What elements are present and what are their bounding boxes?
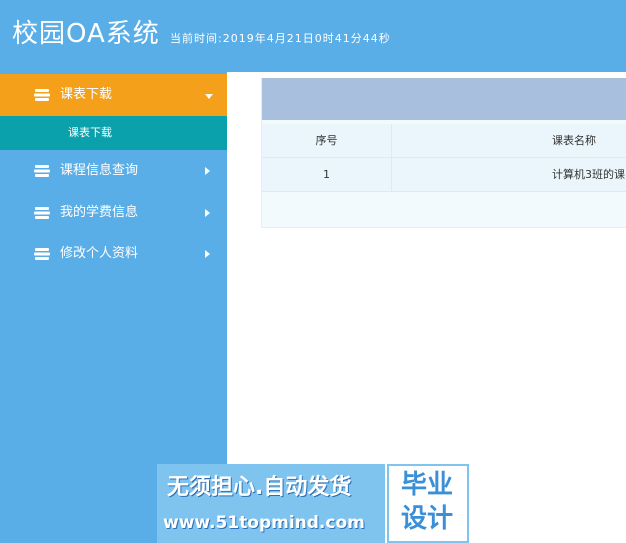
watermark-url: www.51topmind.com: [163, 513, 365, 533]
caret-right-icon: [205, 209, 210, 217]
current-time: 当前时间:2019年4月21日0时41分44秒: [170, 32, 391, 45]
book-stack-icon: [34, 89, 50, 101]
book-stack-icon: [34, 207, 50, 219]
sidebar-item-tuition[interactable]: 我的学费信息: [0, 192, 227, 234]
book-stack-icon: [34, 248, 50, 260]
sidebar-item-label: 我的学费信息: [60, 205, 139, 220]
table-header-row: 序号 课表名称: [262, 124, 626, 158]
watermark-box-line2: 设计: [401, 504, 454, 534]
watermark-box: 毕业 设计: [387, 464, 469, 543]
sidebar-subitem-schedule-download[interactable]: 课表下载: [0, 116, 227, 150]
book-stack-icon: [34, 165, 50, 177]
watermark-slogan: 无须担心.自动发货: [167, 475, 352, 500]
sidebar-item-label: 课程信息查询: [60, 163, 139, 178]
schedule-table-panel: 序号 课表名称 1 计算机3班的课: [261, 78, 626, 228]
watermark-box-line1: 毕业: [401, 470, 454, 500]
panel-footer: [262, 193, 626, 228]
sidebar-subitem-label: 课表下载: [68, 126, 112, 139]
app-title: 校园OA系统: [12, 19, 160, 49]
sidebar-item-label: 修改个人资料: [60, 246, 139, 261]
sidebar-item-schedule-download[interactable]: 课表下载: [0, 74, 227, 116]
sidebar-item-course-query[interactable]: 课程信息查询: [0, 150, 227, 192]
watermark-banner: 无须担心.自动发货 www.51topmind.com 毕业 设计: [157, 464, 469, 543]
column-header-name: 课表名称: [552, 134, 596, 147]
app-header: 校园OA系统 当前时间:2019年4月21日0时41分44秒: [0, 0, 626, 72]
table-cell-name[interactable]: 计算机3班的课: [392, 158, 626, 192]
caret-right-icon: [205, 167, 210, 175]
column-header-index: 序号: [262, 124, 392, 158]
table-cell-index: 1: [262, 158, 392, 192]
panel-header: [262, 78, 626, 120]
caret-right-icon: [205, 250, 210, 258]
sidebar-item-edit-profile[interactable]: 修改个人资料: [0, 233, 227, 275]
caret-down-icon: [205, 94, 213, 99]
sidebar-item-label: 课表下载: [60, 87, 113, 102]
table-row[interactable]: 1 计算机3班的课: [262, 158, 626, 192]
watermark-left: 无须担心.自动发货 www.51topmind.com: [157, 464, 385, 543]
